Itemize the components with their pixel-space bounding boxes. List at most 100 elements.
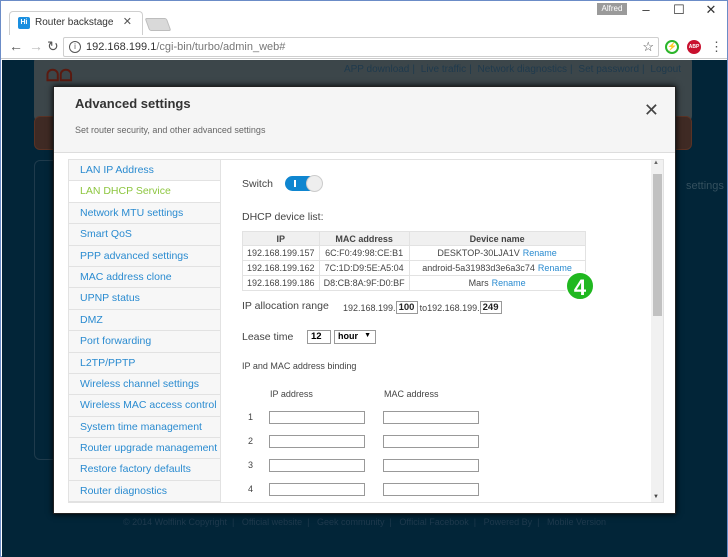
toggle-on-indicator [294,180,296,187]
set-password-link[interactable]: Set password [578,64,639,75]
info-icon[interactable]: i [69,41,81,53]
device-name: android-5a31983d3e6a3c74 [422,263,535,273]
minimize-icon[interactable]: – [631,2,661,17]
rename-link[interactable]: Rename [523,248,557,258]
table-row: 192.168.199.186 D8:CB:8A:9F:D0:BF Mars Re… [242,275,586,291]
logout-link[interactable]: Logout [650,64,681,75]
geek-community-link[interactable]: Geek community [317,517,385,527]
back-icon[interactable]: ← [9,38,23,54]
nav-wireless-channel[interactable]: Wireless channel settings [69,374,220,396]
step-number-badge: 4 [565,271,595,301]
maximize-icon[interactable]: ☐ [664,2,694,18]
binding-ip-input-2[interactable] [269,435,365,448]
binding-mac-input-1[interactable] [383,411,479,424]
nav-lan-ip-address[interactable]: LAN IP Address [69,160,220,182]
nav-mac-clone[interactable]: MAC address clone [69,267,220,289]
nav-router-upgrade[interactable]: Router upgrade management [69,438,220,460]
address-bar[interactable]: i 192.168.199.1/cgi-bin/turbo/admin_web#… [63,37,659,57]
nav-port-forwarding[interactable]: Port forwarding [69,331,220,353]
reload-icon[interactable]: ↻ [47,38,59,55]
nav-l2tp-pptp[interactable]: L2TP/PPTP [69,353,220,374]
binding-mac-input-3[interactable] [383,459,479,472]
nav-dmz[interactable]: DMZ [69,310,220,332]
official-facebook-link[interactable]: Official Facebook [399,517,468,527]
cell-ip: 192.168.199.157 [242,245,320,261]
ip-range-start-input[interactable]: 100 [395,301,418,314]
nav-wireless-mac-access[interactable]: Wireless MAC access control [69,395,220,417]
extension-bolt-icon[interactable]: ⚡ [665,40,679,54]
binding-row-number: 2 [248,436,254,446]
bookmark-star-icon[interactable]: ☆ [642,39,654,55]
binding-ip-input-4[interactable] [269,483,365,496]
nav-smart-qos[interactable]: Smart QoS [69,224,220,246]
binding-col-mac: MAC address [384,389,439,399]
dhcp-switch-toggle[interactable] [285,175,323,192]
lease-time-input[interactable]: 12 [307,330,331,344]
ip-range-end-input[interactable]: 249 [479,301,502,314]
modal-subtitle: Set router security, and other advanced … [75,125,266,135]
background-settings-label: settings [686,180,724,192]
device-list-label: DHCP device list: [242,211,324,223]
tab-title: Router backstage [35,17,114,28]
new-tab-button[interactable] [144,18,172,31]
brand-logo: ᗝᗝ [46,68,73,85]
nav-restore-defaults[interactable]: Restore factory defaults [69,459,220,481]
cell-mac: 7C:1D:D9:5E:A5:04 [318,260,410,276]
nav-network-mtu[interactable]: Network MTU settings [69,203,220,225]
nav-ppp-advanced[interactable]: PPP advanced settings [69,246,220,267]
ip-prefix-start: 192.168.199. [343,302,396,313]
device-name: DESKTOP-30LJA1V [437,248,520,258]
cell-name: android-5a31983d3e6a3c74 Rename [408,260,586,276]
scroll-up-icon[interactable]: ▲ [653,160,659,166]
dhcp-device-table: IP MAC address Device name 192.168.199.1… [242,231,586,291]
close-window-icon[interactable]: ✕ [696,2,726,18]
binding-mac-input-2[interactable] [383,435,479,448]
cell-name: DESKTOP-30LJA1V Rename [408,245,586,261]
lease-unit-select[interactable]: hour ▼ [334,330,376,344]
col-ip: IP [242,231,320,246]
browser-tab[interactable]: Hi Router backstage ✕ [9,11,143,35]
mobile-version-link[interactable]: Mobile Version [547,517,606,527]
adblock-icon[interactable]: ABP [687,40,701,54]
binding-title: IP and MAC address binding [242,361,357,371]
binding-ip-input-3[interactable] [269,459,365,472]
binding-ip-input-1[interactable] [269,411,365,424]
switch-label: Switch [242,178,273,190]
nav-upnp-status[interactable]: UPNP status [69,288,220,310]
nav-lan-dhcp-service[interactable]: LAN DHCP Service [69,181,220,203]
tab-close-icon[interactable]: ✕ [123,15,132,28]
toggle-knob [306,175,323,192]
browser-menu-icon[interactable]: ⋮ [710,39,723,55]
url-text: 192.168.199.1/cgi-bin/turbo/admin_web# [86,41,286,53]
nav-router-diagnostics[interactable]: Router diagnostics [69,481,220,503]
dropdown-arrow-icon: ▼ [364,332,371,339]
rename-link[interactable]: Rename [492,278,526,288]
nav-system-time[interactable]: System time management [69,417,220,439]
live-traffic-link[interactable]: Live traffic [421,64,466,75]
binding-row-number: 4 [248,484,254,494]
modal-title: Advanced settings [75,96,191,111]
app-download-link[interactable]: APP download [344,64,409,75]
official-website-link[interactable]: Official website [242,517,302,527]
scroll-down-icon[interactable]: ▼ [653,494,659,500]
content-scrollbar[interactable]: ▲ ▼ [651,160,663,502]
scrollbar-thumb[interactable] [653,174,662,316]
cell-name: Mars Rename [408,275,586,291]
table-header-row: IP MAC address Device name [242,231,586,246]
copyright-text: © 2014 Wolflink Copyright [122,517,227,527]
close-modal-icon[interactable]: ✕ [644,100,659,121]
ip-prefix-end: to192.168.199. [419,302,480,313]
binding-mac-input-4[interactable] [383,483,479,496]
forward-icon[interactable]: → [29,38,43,54]
col-mac: MAC address [318,231,410,246]
profile-badge[interactable]: Alfred [597,3,627,15]
rename-link[interactable]: Rename [538,263,572,273]
network-diagnostics-link[interactable]: Network diagnostics [478,64,567,75]
page-footer: © 2014 Wolflink Copyright | Official webs… [122,517,607,527]
settings-nav: LAN IP Address LAN DHCP Service Network … [68,159,221,503]
cell-ip: 192.168.199.162 [242,260,320,276]
device-name: Mars [468,278,489,288]
cell-mac: 6C:F0:49:98:CE:B1 [318,245,410,261]
browser-toolbar: ← → ↻ i 192.168.199.1/cgi-bin/turbo/admi… [1,35,727,59]
binding-col-ip: IP address [270,389,313,399]
